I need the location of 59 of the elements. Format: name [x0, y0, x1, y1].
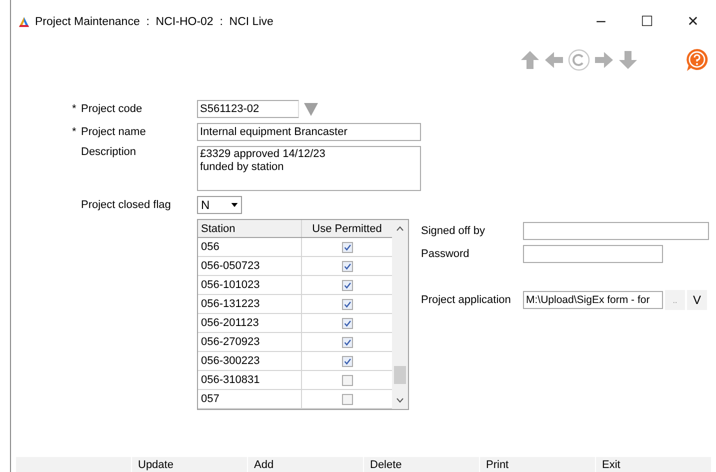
- copyright-c-icon[interactable]: [568, 49, 590, 71]
- closed-flag-dropdown[interactable]: N: [197, 196, 242, 214]
- checkbox[interactable]: [342, 260, 352, 272]
- toolbar-button[interactable]: Update: [132, 457, 247, 472]
- toolbar-button[interactable]: Exit: [596, 457, 711, 472]
- table-cell: 056-050723: [198, 257, 302, 275]
- table-cell: 056-310831: [198, 371, 302, 389]
- toolbar-button[interactable]: Delete: [364, 457, 479, 472]
- description-field[interactable]: £3329 approved 14/12/23 funded by station: [197, 146, 421, 191]
- field-label: Project code: [81, 103, 144, 115]
- dropdown-arrow-icon[interactable]: [231, 203, 238, 207]
- column-header[interactable]: Station: [198, 220, 302, 237]
- dropdown-triangle-icon[interactable]: [303, 101, 319, 117]
- table-cell: 056-131223: [198, 295, 302, 313]
- column-header[interactable]: Use Permitted: [302, 220, 392, 237]
- toolbar-button[interactable]: Add: [248, 457, 363, 472]
- field-label: Project name: [81, 126, 147, 138]
- scroll-up-icon[interactable]: [396, 226, 404, 231]
- checkbox[interactable]: [342, 318, 352, 328]
- table-cell: 056-201123: [198, 314, 302, 332]
- project-code-field[interactable]: S561123-02: [197, 100, 299, 118]
- checkbox[interactable]: [342, 242, 352, 252]
- app-logo-icon: [18, 16, 30, 28]
- checkbox[interactable]: [342, 374, 352, 386]
- scroll-down-icon[interactable]: [396, 398, 404, 403]
- field-label: Password: [421, 248, 470, 260]
- password-field[interactable]: [523, 245, 663, 263]
- scrollbar[interactable]: [392, 220, 408, 409]
- minimize-button[interactable]: −: [578, 7, 624, 37]
- view-button[interactable]: V: [687, 290, 707, 310]
- table-cell: 056-300223: [198, 352, 302, 370]
- checkbox[interactable]: [342, 280, 352, 290]
- arrow-up-icon[interactable]: [520, 50, 540, 70]
- project-application-field[interactable]: M:\Upload\SigEx form - for: [523, 291, 663, 309]
- arrow-right-icon[interactable]: [594, 50, 614, 70]
- checkbox[interactable]: [342, 298, 352, 310]
- signed-off-by-field[interactable]: [523, 222, 709, 240]
- field-label: Project closed flag: [81, 199, 172, 211]
- required-mark: *: [72, 126, 78, 138]
- toolbar-button[interactable]: Print: [480, 457, 595, 472]
- checkbox[interactable]: [342, 394, 352, 404]
- field-label: Signed off by: [421, 225, 486, 237]
- checkbox[interactable]: [342, 336, 352, 348]
- arrow-left-icon[interactable]: [544, 50, 564, 70]
- close-button[interactable]: ✕: [670, 7, 716, 37]
- field-label: Project application: [421, 294, 512, 306]
- maximize-button[interactable]: ☐: [624, 7, 670, 37]
- table-cell: 057: [198, 390, 302, 408]
- arrow-down-icon[interactable]: [618, 50, 638, 70]
- window-title: Project Maintenance : NCI-HO-02 : NCI Live: [35, 16, 274, 28]
- help-icon[interactable]: [685, 48, 709, 72]
- checkbox[interactable]: [342, 356, 352, 366]
- required-mark: *: [72, 103, 78, 115]
- table-cell: 056-101023: [198, 276, 302, 294]
- table-cell: 056: [198, 238, 302, 256]
- project-name-field[interactable]: Internal equipment Brancaster: [197, 123, 421, 141]
- scrollbar-thumb[interactable]: [394, 366, 406, 384]
- field-label: Description: [81, 146, 138, 158]
- table-cell: 056-270923: [198, 333, 302, 351]
